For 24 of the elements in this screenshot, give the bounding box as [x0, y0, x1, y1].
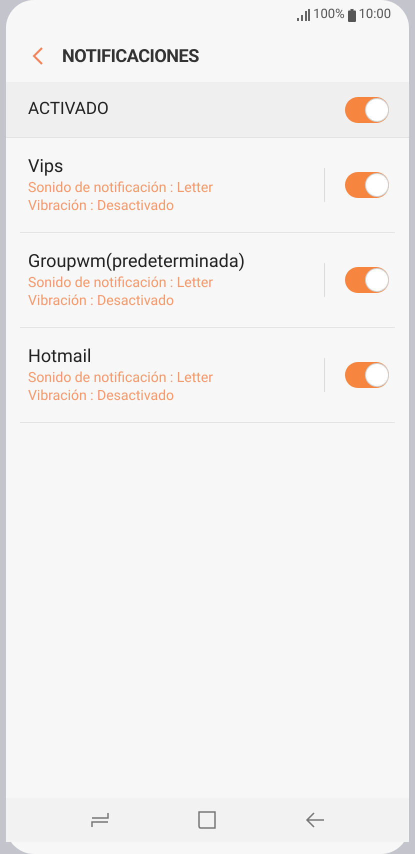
clock-time: 10:00 [358, 6, 391, 24]
toggle-switch[interactable] [345, 172, 389, 198]
signal-icon [296, 9, 310, 21]
back-chevron-icon [32, 46, 44, 66]
master-label: ACTIVADO [28, 98, 109, 121]
vibration-setting: Vibración : Desactivado [28, 387, 175, 405]
toggle-switch[interactable] [345, 96, 389, 122]
vibration-setting: Vibración : Desactivado [28, 197, 175, 215]
toggle-switch[interactable] [345, 267, 389, 293]
account-name: Groupwm(predeterminada) [28, 250, 246, 274]
battery-percentage: 100% [313, 6, 345, 24]
sound-setting: Sonido de notificación : Letter [28, 369, 214, 387]
recent-apps-icon[interactable] [90, 810, 110, 830]
toggle-switch[interactable] [345, 362, 389, 388]
master-switch-row[interactable]: ACTIVADO [6, 82, 409, 138]
screen-title: NOTIFICACIONES [62, 44, 199, 68]
account-name: Vips [28, 155, 64, 179]
sound-setting: Sonido de notificación : Letter [28, 274, 214, 292]
vibration-setting: Vibración : Desactivado [28, 292, 175, 310]
sound-setting: Sonido de notificación : Letter [28, 179, 214, 197]
battery-icon [348, 8, 356, 22]
back-arrow-icon[interactable] [305, 810, 326, 830]
account-name: Hotmail [28, 345, 92, 369]
home-icon[interactable] [197, 810, 218, 830]
